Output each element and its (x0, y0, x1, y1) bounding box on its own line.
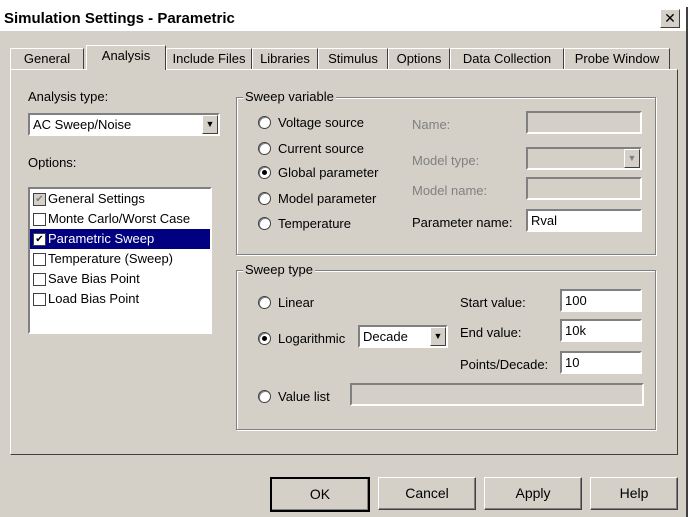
simulation-settings-window: Simulation Settings - Parametric ✕ Gener… (0, 7, 688, 517)
end-value-field[interactable]: 10k (560, 319, 642, 342)
radio-selected-icon[interactable] (258, 166, 271, 179)
tab-general[interactable]: General (10, 48, 84, 69)
start-value-label: Start value: (460, 295, 526, 310)
model-type-label: Model type: (412, 153, 480, 168)
ok-button[interactable]: OK (270, 477, 370, 512)
window-title: Simulation Settings - Parametric (4, 10, 235, 27)
chevron-down-icon[interactable]: ▼ (202, 115, 218, 134)
help-button[interactable]: Help (590, 477, 678, 510)
checkbox-icon[interactable] (33, 253, 46, 266)
value-list-field[interactable] (350, 383, 644, 406)
name-field[interactable] (526, 111, 642, 134)
options-list[interactable]: ✔ General Settings Monte Carlo/Worst Cas… (28, 187, 212, 334)
analysis-type-value: AC Sweep/Noise (33, 117, 132, 132)
checkbox-icon[interactable] (33, 273, 46, 286)
radio-icon[interactable] (258, 296, 271, 309)
tab-include-files[interactable]: Include Files (166, 48, 252, 69)
chevron-down-icon[interactable]: ▼ (430, 327, 446, 346)
option-load-bias-point[interactable]: Load Bias Point (30, 289, 210, 309)
parameter-name-field[interactable]: Rval (526, 209, 642, 232)
model-name-field[interactable] (526, 177, 642, 200)
sweep-type-title: Sweep type (243, 262, 315, 277)
radio-icon[interactable] (258, 390, 271, 403)
chevron-down-icon[interactable]: ▼ (624, 149, 640, 168)
model-type-dropdown[interactable]: ▼ (526, 147, 642, 170)
cancel-button[interactable]: Cancel (378, 477, 476, 510)
radio-icon[interactable] (258, 116, 271, 129)
checkbox-icon[interactable] (33, 213, 46, 226)
name-label: Name: (412, 117, 451, 132)
radio-icon[interactable] (258, 217, 271, 230)
start-value-field[interactable]: 100 (560, 289, 642, 312)
option-monte-carlo[interactable]: Monte Carlo/Worst Case (30, 209, 210, 229)
analysis-type-label: Analysis type: (28, 89, 109, 104)
close-icon[interactable]: ✕ (660, 9, 680, 28)
radio-icon[interactable] (258, 142, 271, 155)
points-per-decade-field[interactable]: 10 (560, 351, 642, 374)
radio-icon[interactable] (258, 192, 271, 205)
tab-stimulus[interactable]: Stimulus (318, 48, 388, 69)
check-icon[interactable]: ✔ (33, 233, 46, 246)
sweep-variable-title: Sweep variable (243, 89, 336, 104)
tab-probe-window[interactable]: Probe Window (564, 48, 670, 69)
option-save-bias-point[interactable]: Save Bias Point (30, 269, 210, 289)
tab-options[interactable]: Options (388, 48, 450, 69)
tab-libraries[interactable]: Libraries (252, 48, 318, 69)
parameter-name-label: Parameter name: (412, 215, 513, 230)
tab-analysis[interactable]: Analysis (86, 45, 166, 70)
tab-data-collection[interactable]: Data Collection (450, 48, 564, 69)
end-value-label: End value: (460, 325, 522, 340)
radio-selected-icon[interactable] (258, 332, 271, 345)
option-temperature-sweep[interactable]: Temperature (Sweep) (30, 249, 210, 269)
checkbox-icon[interactable] (33, 293, 46, 306)
apply-button[interactable]: Apply (484, 477, 582, 510)
title-bar: Simulation Settings - Parametric ✕ (0, 7, 686, 31)
option-general-settings[interactable]: ✔ General Settings (30, 189, 210, 209)
options-label: Options: (28, 155, 77, 170)
log-scale-dropdown[interactable]: Decade ▼ (358, 325, 448, 348)
check-icon[interactable]: ✔ (33, 193, 46, 206)
option-parametric-sweep[interactable]: ✔ Parametric Sweep (30, 229, 210, 249)
points-per-decade-label: Points/Decade: (460, 357, 549, 372)
analysis-type-dropdown[interactable]: AC Sweep/Noise ▼ (28, 113, 220, 136)
model-name-label: Model name: (412, 183, 488, 198)
